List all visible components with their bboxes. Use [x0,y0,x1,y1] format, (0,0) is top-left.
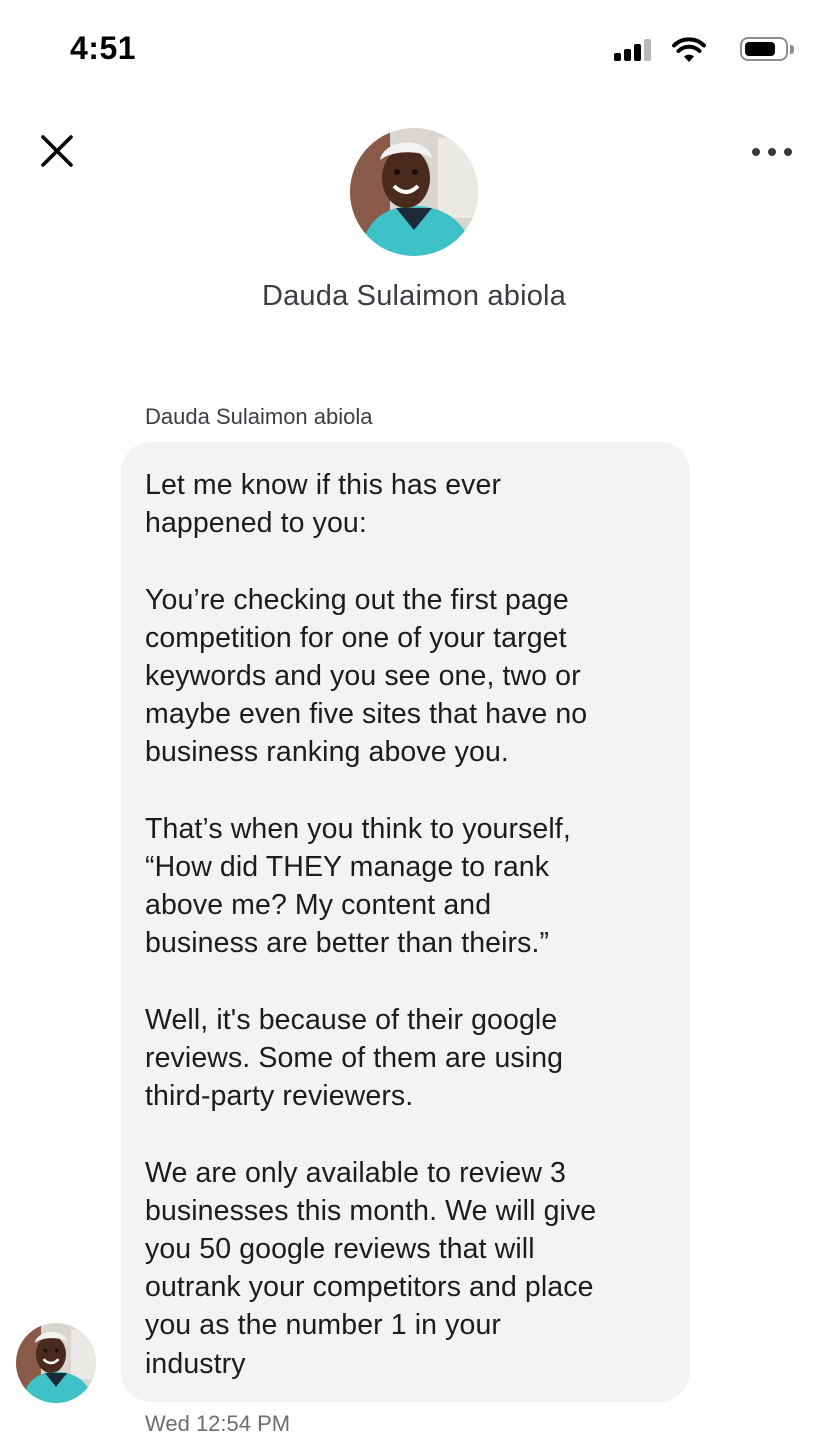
status-time: 4:51 [70,30,137,66]
close-icon[interactable] [36,130,78,172]
message-sender-name: Dauda Sulaimon abiola [145,404,373,429]
wifi-icon [672,37,706,62]
more-options-button[interactable] [752,132,792,172]
contact-avatar[interactable] [350,128,478,256]
message-timestamp: Wed 12:54 PM [145,1411,291,1436]
chat-screen: 4:51 Dauda Sulaimon abiola Dauda Sulaimo… [0,0,828,1444]
more-horizontal-icon [752,148,760,156]
avatar-image [350,128,478,256]
message-bubble[interactable]: Let me know if this has ever happened to… [121,442,690,1402]
contact-name: Dauda Sulaimon abiola [261,280,567,312]
battery-icon [740,37,788,61]
battery-level [745,42,775,56]
message-text: Let me know if this has ever happened to… [145,469,597,1380]
signal-icon [614,39,654,61]
sender-avatar[interactable] [16,1323,96,1403]
avatar-image [16,1323,96,1403]
status-bar: 4:51 [0,0,828,100]
battery-nub [790,45,794,54]
status-icons [594,34,794,64]
